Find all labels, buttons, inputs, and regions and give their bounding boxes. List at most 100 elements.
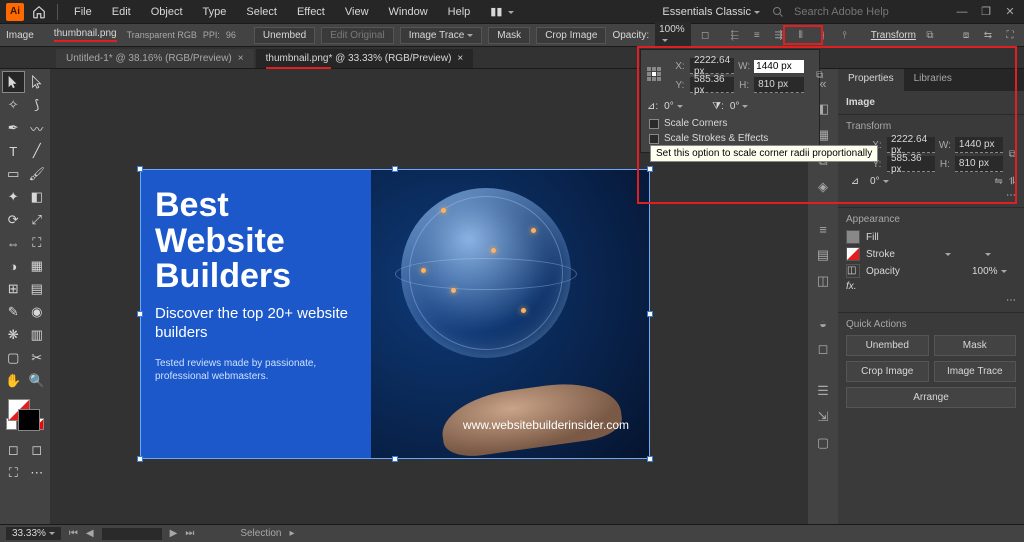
menu-view[interactable]: View: [338, 3, 376, 21]
rectangle-tool[interactable]: ▭: [2, 163, 25, 185]
constrain-proportions-icon[interactable]: ⧉: [816, 70, 823, 81]
resize-handle[interactable]: [647, 166, 653, 172]
type-tool[interactable]: T: [2, 140, 25, 162]
fill-stroke-swatches[interactable]: [2, 397, 48, 441]
shape-builder-tool[interactable]: ◑: [2, 255, 25, 277]
resize-handle[interactable]: [137, 166, 143, 172]
quick-unembed-button[interactable]: Unembed: [846, 335, 929, 356]
quick-trace-button[interactable]: Image Trace: [934, 361, 1017, 382]
stroke-weight-field[interactable]: [942, 249, 976, 260]
zoom-level[interactable]: 33.33%: [6, 527, 61, 540]
flip-h-icon[interactable]: ⇋: [994, 176, 1002, 187]
pop-x-field[interactable]: 2222.64 px: [690, 58, 734, 74]
symbol-sprayer-tool[interactable]: ❋: [2, 324, 25, 346]
resize-handle[interactable]: [647, 456, 653, 462]
asset-export-panel-icon[interactable]: ⇲: [813, 407, 833, 427]
graph-tool[interactable]: ▥: [26, 324, 49, 346]
resize-handle[interactable]: [137, 311, 143, 317]
ctrl-icon-2[interactable]: ⇆: [980, 27, 996, 43]
line-tool[interactable]: ╱: [26, 140, 49, 162]
home-icon[interactable]: [30, 3, 48, 21]
style-icon[interactable]: ◻: [697, 27, 713, 43]
stroke-profile-field[interactable]: [982, 249, 1016, 260]
nav-last-icon[interactable]: ⏭: [185, 528, 194, 539]
menu-type[interactable]: Type: [196, 3, 234, 21]
resize-handle[interactable]: [392, 166, 398, 172]
rotate-field[interactable]: 0°: [870, 176, 918, 187]
artboard-tool[interactable]: ▢: [2, 347, 25, 369]
unembed-button[interactable]: Unembed: [254, 27, 315, 44]
document-tab[interactable]: Untitled-1* @ 38.16% (RGB/Preview) ×: [56, 49, 254, 68]
w-field[interactable]: 1440 px: [955, 137, 1003, 153]
menu-extra-icon[interactable]: ▮▮: [483, 2, 521, 21]
close-icon[interactable]: ×: [238, 53, 244, 64]
menu-effect[interactable]: Effect: [290, 3, 332, 21]
pop-shear-field[interactable]: 0°: [730, 101, 772, 112]
more-options-icon[interactable]: ⋯: [1006, 295, 1016, 306]
align-top-icon[interactable]: ⫴: [793, 27, 809, 43]
ctrl-icon-3[interactable]: ⛶: [1002, 27, 1018, 43]
pop-h-field[interactable]: 810 px: [754, 77, 804, 93]
chevron-right-icon[interactable]: ▸: [289, 528, 294, 539]
edit-toolbar-icon[interactable]: ⋯: [26, 462, 49, 484]
close-icon[interactable]: ×: [457, 53, 463, 64]
scale-tool[interactable]: ⤢: [26, 209, 49, 231]
quick-crop-button[interactable]: Crop Image: [846, 361, 929, 382]
curvature-tool[interactable]: 〰: [26, 117, 49, 139]
reference-point-icon[interactable]: [647, 67, 661, 85]
transform-link[interactable]: Transform: [871, 30, 916, 41]
artboards-panel-icon[interactable]: ▢: [813, 433, 833, 453]
free-transform-tool[interactable]: ⛶: [26, 232, 49, 254]
ctrl-icon-1[interactable]: ⧈: [958, 27, 974, 43]
width-tool[interactable]: ⇔: [2, 232, 25, 254]
stroke-panel-icon[interactable]: ≡: [813, 219, 833, 239]
nav-first-icon[interactable]: ⏮: [69, 528, 78, 539]
layers-panel-icon[interactable]: ☰: [813, 381, 833, 401]
flip-v-icon[interactable]: ⥮: [1009, 176, 1016, 187]
shaper-tool[interactable]: ✦: [2, 186, 25, 208]
search-input[interactable]: [790, 3, 940, 21]
gradient-tool[interactable]: ▤: [26, 278, 49, 300]
stroke-swatch[interactable]: [18, 409, 40, 431]
linked-filename[interactable]: thumbnail.png: [54, 28, 117, 42]
opacity-field[interactable]: 100%: [655, 22, 691, 48]
workspace-switcher[interactable]: Essentials Classic: [656, 4, 766, 20]
mesh-tool[interactable]: ⊞: [2, 278, 25, 300]
window-minimize-icon[interactable]: —: [954, 6, 970, 18]
slice-tool[interactable]: ✂: [26, 347, 49, 369]
document-tab[interactable]: thumbnail.png* @ 33.33% (RGB/Preview) ×: [256, 49, 474, 68]
menu-edit[interactable]: Edit: [105, 3, 138, 21]
window-close-icon[interactable]: ✕: [1002, 6, 1018, 18]
graphic-styles-panel-icon[interactable]: ◻: [813, 339, 833, 359]
perspective-tool[interactable]: ▦: [26, 255, 49, 277]
magic-wand-tool[interactable]: ✧: [2, 94, 25, 116]
more-options-icon[interactable]: ⋯: [1006, 190, 1016, 201]
align-right-icon[interactable]: ⇶: [771, 27, 787, 43]
direct-selection-tool[interactable]: [26, 71, 49, 93]
paintbrush-tool[interactable]: 🖌: [26, 163, 49, 185]
align-hcenter-icon[interactable]: ≡: [749, 27, 765, 43]
draw-normal-icon[interactable]: ◻: [2, 439, 25, 461]
crop-image-button[interactable]: Crop Image: [536, 27, 606, 44]
gradient-panel-icon[interactable]: ▤: [813, 245, 833, 265]
zoom-tool[interactable]: 🔍: [26, 370, 49, 392]
menu-select[interactable]: Select: [239, 3, 284, 21]
screen-mode-icon[interactable]: ⛶: [2, 462, 25, 484]
isolate-icon[interactable]: ⧉: [922, 27, 938, 43]
pen-tool[interactable]: ✒: [2, 117, 25, 139]
nav-prev-icon[interactable]: ◀: [86, 528, 94, 539]
h-field[interactable]: 810 px: [955, 156, 1003, 172]
pop-w-input[interactable]: [754, 60, 804, 73]
menu-help[interactable]: Help: [441, 3, 478, 21]
blend-tool[interactable]: ◉: [26, 301, 49, 323]
align-vcenter-icon[interactable]: ⫲: [815, 27, 831, 43]
pop-y-field[interactable]: 585.36 px: [690, 77, 734, 93]
rotate-tool[interactable]: ⟳: [2, 209, 25, 231]
resize-handle[interactable]: [647, 311, 653, 317]
appearance-panel-icon[interactable]: ◒: [813, 313, 833, 333]
stroke-swatch-mini[interactable]: [846, 247, 860, 261]
eyedropper-tool[interactable]: ✎: [2, 301, 25, 323]
menu-object[interactable]: Object: [144, 3, 190, 21]
transparency-panel-icon[interactable]: ◫: [813, 271, 833, 291]
artboard-nav-field[interactable]: [102, 528, 162, 540]
